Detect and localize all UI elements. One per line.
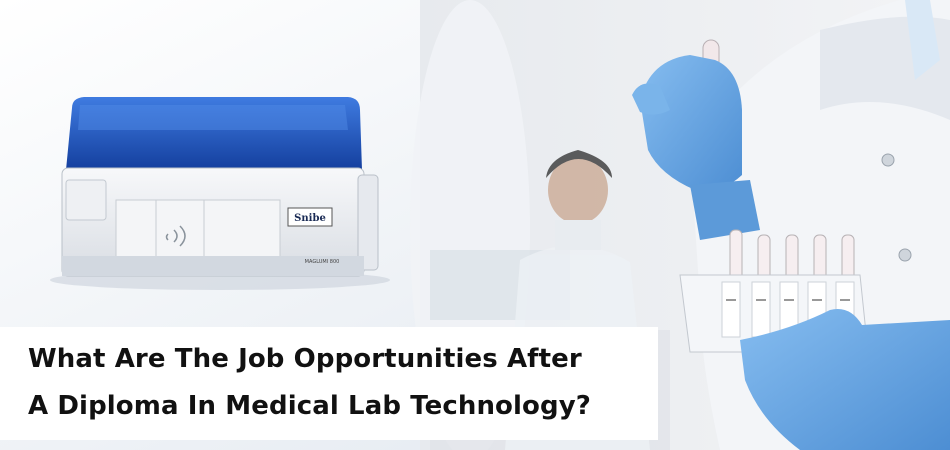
banner: Snibe MAGLUMI 800 What Are The Job Oppor… [0,0,950,450]
lab-analyzer-device: Snibe MAGLUMI 800 [50,97,390,290]
headline-box: What Are The Job Opportunities After A D… [0,327,658,440]
headline-line-2: A Diploma In Medical Lab Technology? [28,391,591,421]
device-brand-label: Snibe [294,213,326,224]
headline-line-1: What Are The Job Opportunities After [28,344,582,374]
device-model-label: MAGLUMI 800 [305,259,340,265]
